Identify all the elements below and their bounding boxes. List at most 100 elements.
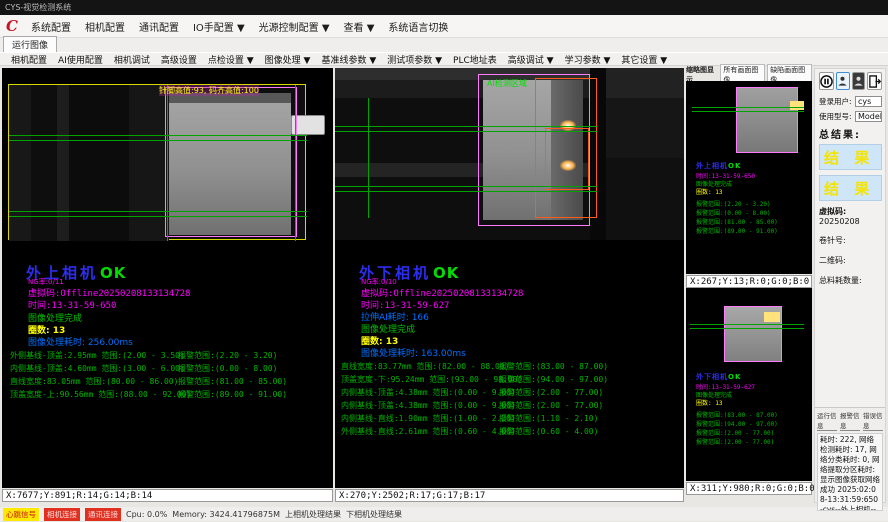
log-tab-alarm[interactable]: 报警信息 [840, 410, 860, 431]
menu-light-config[interactable]: 光源控制配置 ▼ [252, 17, 337, 36]
log-tab-error[interactable]: 错误信息 [863, 410, 883, 431]
thumbnail-lower-camera[interactable]: 外下相机OK 时间:13-31-59-627 图像处理完成 圈数: 13 报警范… [686, 288, 812, 481]
thumb-baseline-1 [690, 324, 804, 325]
exit-door-icon [868, 75, 881, 88]
operator-mode-button[interactable] [852, 72, 866, 90]
main-area: 针脚高值:93, 码齐高值:100 外上相机OK NG率:0/11 虚拟码:Of… [0, 68, 888, 503]
left-camera-column: 针脚高值:93, 码齐高值:100 外上相机OK NG率:0/11 虚拟码:Of… [2, 68, 333, 503]
comm-link-badge: 通讯连接 [85, 508, 121, 521]
menu-io-config[interactable]: IO手配置 ▼ [186, 17, 252, 36]
thumb-result-title: 外上相机OK [696, 161, 741, 171]
tool-camera-debug[interactable]: 相机调试 [109, 53, 155, 66]
menu-comm-config[interactable]: 通讯配置 [132, 17, 186, 36]
login-user-label: 登录用户: [819, 96, 853, 107]
menu-camera-config[interactable]: 相机配置 [78, 17, 132, 36]
thumb-highlight [764, 312, 780, 322]
thumb-camera-name: 外上相机 [696, 162, 728, 170]
material-count-row: 总料耗数量: [819, 275, 882, 286]
thumb-baseline-2 [692, 111, 804, 112]
tool-image-process[interactable]: 图像处理 ▼ [260, 53, 316, 66]
thumb-baseline-1 [692, 107, 804, 108]
right-camera-scene: AI检测区域 [335, 68, 684, 240]
pause-button[interactable] [819, 72, 834, 90]
model-input[interactable]: Model1 [855, 111, 882, 122]
menu-view[interactable]: 查看 ▼ [337, 17, 382, 36]
measure-value: 外侧基线-直线:2.61mm 范围:(0.60 - 4.00) [341, 426, 499, 437]
thumb-row: 报警范围:(2.00 - 77.00) [696, 428, 774, 437]
control-sidebar: 登录用户: cys 使用型号: Model1 总结果: 结 果 结 果 虚拟码:… [814, 68, 886, 503]
thumb-turns: 圈数: 13 [696, 187, 722, 196]
thumb-row: 报警范围:(0.00 - 8.00) [696, 208, 771, 217]
tool-learning-params[interactable]: 学习参数 ▼ [560, 53, 616, 66]
thumb-highlight [790, 101, 804, 110]
model-label: 使用型号: [819, 111, 853, 122]
measure-row: 顶盖宽度-下:95.24mm 范围:(93.00 - 98.00)报警范围:(9… [341, 373, 682, 386]
measure-row: 外侧基线-顶盖:2.95mm 范围:(2.00 - 3.50)报警范围:(2.2… [10, 349, 331, 362]
alarm-range: 报警范围:(0.60 - 4.00) [499, 426, 598, 437]
alarm-range: 报警范围:(0.00 - 8.00) [178, 363, 277, 374]
log-text[interactable]: 耗时: 222, 网络检测耗时: 17, 网络分类耗时: 0, 网络提取分区耗时… [817, 433, 883, 511]
right-ok-status: OK [433, 264, 459, 282]
thumbnail-upper-camera[interactable]: 外上相机OK 时间:13-31-59-650 图像处理完成 圈数: 13 报警范… [686, 81, 812, 274]
thumb-turns: 圈数: 13 [696, 398, 722, 407]
log-tab-run[interactable]: 运行信息 [817, 410, 837, 431]
measure-value: 顶盖宽度-下:95.24mm 范围:(93.00 - 98.00) [341, 374, 499, 385]
tool-advanced-settings[interactable]: 高级设置 [156, 53, 202, 66]
thumb-cell-block [736, 87, 798, 153]
baseline-3 [335, 186, 597, 187]
measure-row: 内侧基线-顶盖:4.38mm 范围:(0.00 - 9.00)报警范围:(2.0… [341, 399, 682, 412]
left-camera-view[interactable]: 针脚高值:93, 码齐高值:100 外上相机OK NG率:0/11 虚拟码:Of… [2, 68, 333, 488]
exit-button[interactable] [867, 72, 882, 90]
pause-icon [820, 75, 833, 88]
baseline-1 [9, 135, 307, 136]
tool-baseline-params[interactable]: 基准线参数 ▼ [316, 53, 381, 66]
login-user-input[interactable]: cys [855, 96, 882, 107]
left-pixel-coords: X:7677;Y:891;R:14;G:14;B:14 [2, 489, 333, 502]
alarm-range: 报警范围:(1.10 - 2.10) [499, 413, 598, 424]
thumb-ok: OK [728, 162, 741, 170]
tool-plc-table[interactable]: PLC地址表 [448, 53, 502, 66]
baseline-2 [9, 140, 307, 141]
alarm-range: 报警范围:(81.00 - 85.00) [178, 376, 287, 387]
status-bar: 心跳信号 相机连接 通讯连接 Cpu: 0.0% Memory: 3424.41… [0, 507, 888, 521]
measure-value: 内侧基线-顶盖:4.38mm 范围:(0.00 - 9.00) [341, 400, 499, 411]
machine-background [9, 85, 169, 241]
machine-column-right [606, 68, 684, 240]
qr-code-row: 二维码: [819, 255, 882, 266]
thumb-row: 报警范围:(81.00 - 85.00) [696, 217, 778, 226]
menu-system-config[interactable]: 系统配置 [24, 17, 78, 36]
thumb-row: 报警范围:(83.00 - 87.00) [696, 410, 778, 419]
measure-value: 内侧基线-直线:1.90mm 范围:(1.00 - 2.20) [341, 413, 499, 424]
tool-spot-check[interactable]: 点检设置 ▼ [203, 53, 259, 66]
window-titlebar: CYS-视觉检测系统 [0, 0, 888, 15]
right-camera-view[interactable]: AI检测区域 外下相机OK NG率:0/10 虚拟码:Offline202502… [335, 68, 684, 488]
left-elapsed: 图像处理耗时: 256.00ms [28, 335, 133, 348]
tool-ai-config[interactable]: AI使用配置 [53, 53, 108, 66]
baseline-2 [335, 131, 597, 132]
tool-test-params[interactable]: 测试项参数 ▼ [382, 53, 447, 66]
baseline-4 [335, 191, 597, 192]
login-user-field: 登录用户: cys [819, 96, 882, 107]
thumb-upper-pixel-coords: X:267;Y:13;R:0;G:0;B:0 [686, 275, 812, 288]
heartbeat-badge: 心跳信号 [3, 508, 39, 521]
alarm-range: 报警范围:(89.00 - 91.00) [178, 389, 287, 400]
baseline-1 [335, 126, 597, 127]
alarm-range: 报警范围:(83.00 - 87.00) [499, 361, 608, 372]
right-elapsed: 图像处理耗时: 163.00ms [361, 346, 466, 359]
tab-run-image[interactable]: 运行图像 [3, 36, 57, 52]
measure-row: 内侧基线-直线:1.90mm 范围:(1.00 - 2.20)报警范围:(1.1… [341, 412, 682, 425]
tool-advanced-debug[interactable]: 高级调试 ▼ [503, 53, 559, 66]
result-box-lower: 结 果 [819, 175, 882, 201]
vertical-baseline [368, 98, 369, 218]
tool-camera-config[interactable]: 相机配置 [6, 53, 52, 66]
lower-camera-result: 下相机处理结果 [346, 509, 402, 520]
menu-language[interactable]: 系统语言切换 [381, 17, 455, 36]
tool-other-settings[interactable]: 其它设置 ▼ [616, 53, 672, 66]
thumb-baseline-2 [690, 328, 804, 329]
left-time: 时间:13-31-59-650 [28, 298, 116, 311]
memory-usage: Memory: 3424.41796875M [172, 510, 280, 519]
user-icon [837, 75, 848, 87]
user-mode-button[interactable] [836, 72, 850, 90]
measure-value: 外侧基线-顶盖:2.95mm 范围:(2.00 - 3.50) [10, 350, 178, 361]
alarm-range: 报警范围:(94.00 - 97.00) [499, 374, 608, 385]
